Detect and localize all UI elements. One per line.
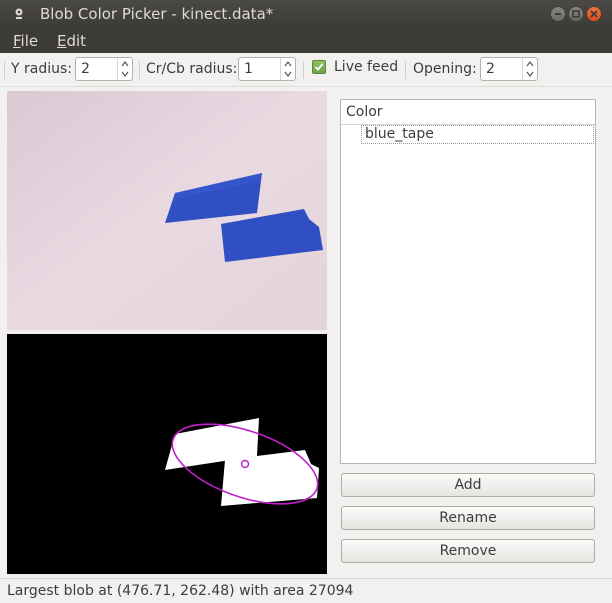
mask-image (7, 334, 327, 574)
live-feed-label[interactable]: Live feed (334, 59, 398, 75)
toolbar: Y radius: 2 Cr/Cb radius: 1 Live feed Op… (0, 53, 612, 87)
toolbar-separator (405, 61, 406, 79)
camera-image (7, 91, 327, 330)
minimize-icon (555, 13, 561, 15)
toolbar-separator (4, 61, 5, 79)
crcb-radius-stepper[interactable] (280, 58, 295, 80)
remove-button[interactable]: Remove (341, 539, 595, 563)
opening-stepper[interactable] (522, 58, 537, 80)
chevron-down-icon (526, 71, 534, 77)
chevron-down-icon (284, 71, 292, 77)
y-radius-spinbox[interactable]: 2 (75, 57, 133, 81)
maximize-icon (572, 10, 580, 18)
crcb-radius-spinbox[interactable]: 1 (238, 57, 296, 81)
list-item-label: blue_tape (365, 126, 434, 142)
close-button[interactable] (586, 6, 602, 22)
color-column-header: Color (346, 104, 383, 120)
toolbar-separator (303, 61, 304, 79)
chevron-up-icon (526, 61, 534, 67)
menu-edit[interactable]: Edit (57, 32, 86, 50)
status-text: Largest blob at (476.71, 262.48) with ar… (7, 583, 354, 599)
opening-label: Opening: (413, 61, 477, 77)
chevron-up-icon (284, 61, 292, 67)
rename-button[interactable]: Rename (341, 506, 595, 530)
crcb-radius-label: Cr/Cb radius: (146, 61, 238, 77)
toolbar-separator (139, 61, 140, 79)
list-item[interactable]: blue_tape (361, 125, 594, 144)
maximize-button[interactable] (568, 6, 584, 22)
camera-view[interactable] (7, 91, 327, 330)
chevron-down-icon (121, 71, 129, 77)
window-title: Blob Color Picker - kinect.data* (40, 5, 274, 23)
y-radius-label: Y radius: (11, 61, 72, 77)
status-bar: Largest blob at (476.71, 262.48) with ar… (0, 578, 612, 603)
minimize-button[interactable] (550, 6, 566, 22)
webcam-icon (15, 8, 23, 19)
mask-view[interactable] (7, 334, 327, 574)
y-radius-stepper[interactable] (117, 58, 132, 80)
checkmark-icon (314, 63, 324, 71)
chevron-up-icon (121, 61, 129, 67)
add-button[interactable]: Add (341, 473, 595, 497)
color-list-header[interactable]: Color (341, 100, 595, 125)
menu-file[interactable]: File (13, 32, 38, 50)
close-icon (590, 10, 598, 18)
crcb-radius-value: 1 (244, 61, 253, 77)
menu-bar: File Edit (0, 29, 612, 53)
color-list[interactable]: Color blue_tape (340, 99, 596, 464)
opening-spinbox[interactable]: 2 (480, 57, 538, 81)
title-bar: Blob Color Picker - kinect.data* (0, 0, 612, 29)
live-feed-checkbox[interactable] (312, 60, 326, 74)
y-radius-value: 2 (81, 61, 90, 77)
opening-value: 2 (486, 61, 495, 77)
